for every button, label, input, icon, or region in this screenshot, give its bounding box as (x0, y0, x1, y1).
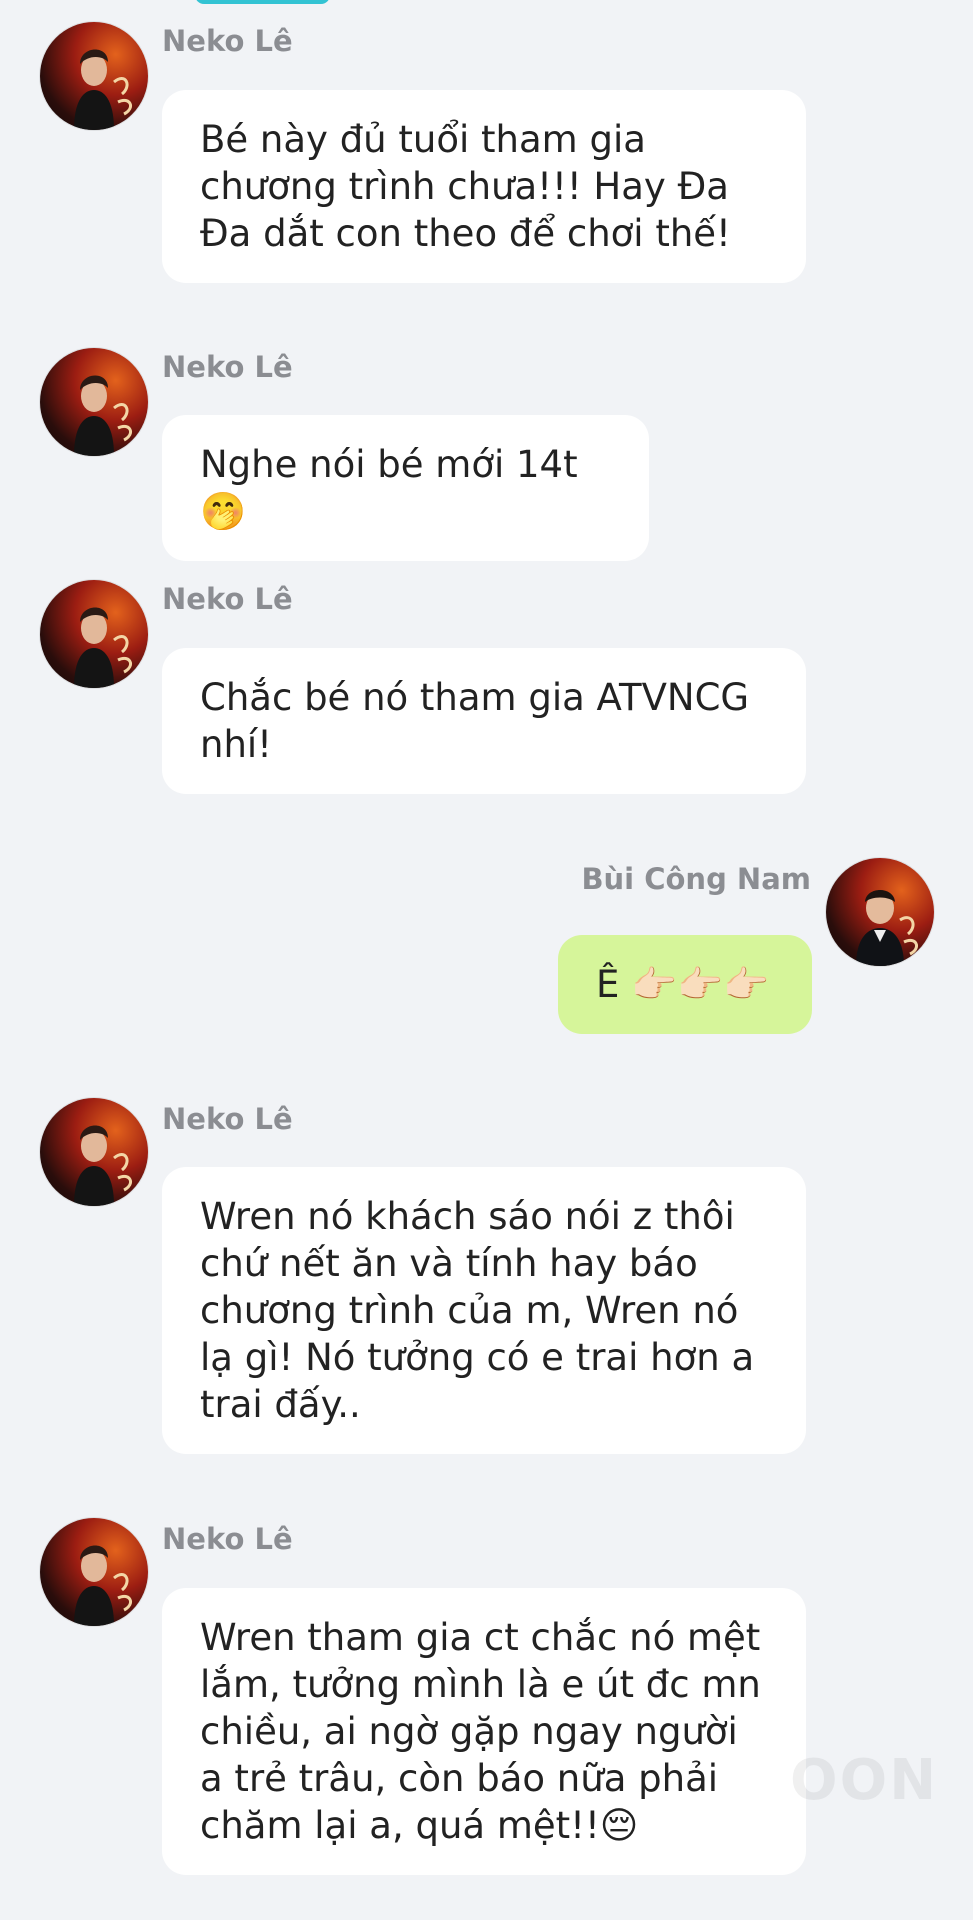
avatar[interactable] (40, 580, 148, 688)
message-bubble-outgoing[interactable]: Ê 👉🏻👉🏻👉🏻 (558, 935, 812, 1034)
sender-name: Neko Lê (162, 1522, 293, 1556)
avatar[interactable] (40, 1518, 148, 1626)
message-bubble[interactable]: Wren tham gia ct chắc nó mệt lắm, tưởng … (162, 1588, 806, 1875)
sender-name: Neko Lê (162, 1102, 293, 1136)
avatar-neko-image (74, 1545, 133, 1626)
avatar-nam-image (856, 890, 919, 966)
avatar[interactable] (40, 22, 148, 130)
avatar-neko-image (74, 1125, 133, 1206)
avatar[interactable] (40, 348, 148, 456)
avatar[interactable] (826, 858, 934, 966)
sender-name: Neko Lê (162, 350, 293, 384)
avatar[interactable] (40, 1098, 148, 1206)
message-bubble[interactable]: Chắc bé nó tham gia ATVNCG nhí! (162, 648, 806, 794)
message-bubble[interactable]: Bé này đủ tuổi tham gia chương trình chư… (162, 90, 806, 283)
avatar-neko-image (74, 49, 133, 130)
watermark: OON (790, 1748, 939, 1813)
message-bubble[interactable]: Wren nó khách sáo nói z thôi chứ nết ăn … (162, 1167, 806, 1454)
sender-name: Neko Lê (162, 24, 293, 58)
avatar-neko-image (74, 607, 133, 688)
top-pill (195, 0, 330, 4)
sender-name: Bùi Công Nam (581, 862, 811, 896)
sender-name: Neko Lê (162, 582, 293, 616)
avatar-neko-image (74, 375, 133, 456)
message-bubble[interactable]: Nghe nói bé mới 14t 🤭 (162, 415, 649, 561)
